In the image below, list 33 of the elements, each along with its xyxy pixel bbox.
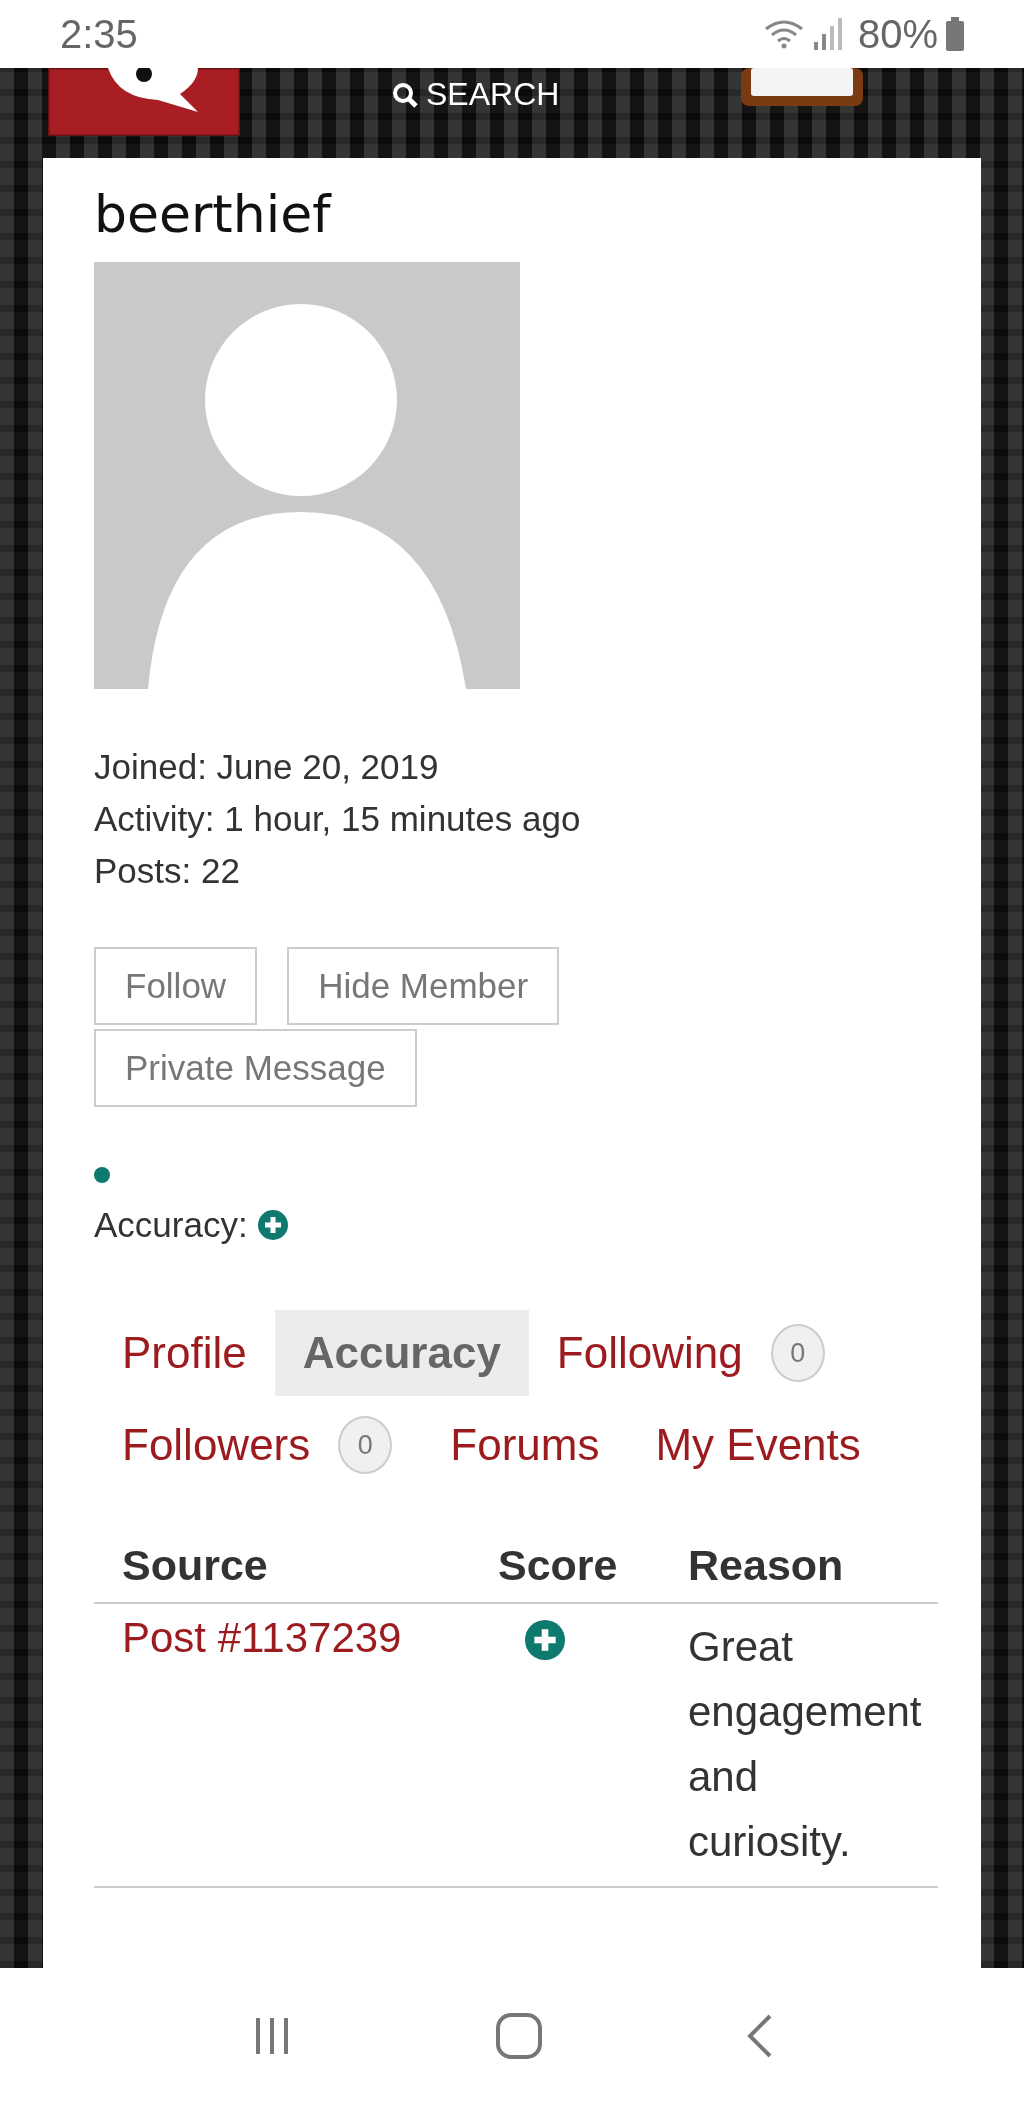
search-link[interactable]: SEARCH: [392, 76, 560, 113]
username: beerthief: [94, 184, 333, 244]
tab[interactable]: Profile: [94, 1310, 275, 1396]
table-cell-text: Great engagement and curiosity.: [688, 1622, 923, 1867]
wifi-icon: [763, 19, 804, 49]
profile-stat: Activity: 1 hour, 15 minutes ago: [94, 798, 582, 840]
column-header: Source: [121, 1541, 269, 1591]
column-header: Score: [497, 1541, 619, 1591]
source-link[interactable]: Post #1137239: [122, 1614, 402, 1661]
tab[interactable]: Followers: [94, 1402, 339, 1488]
accuracy-label: Accuracy:: [94, 1205, 248, 1245]
profile-stat: Posts: 22: [94, 850, 241, 892]
battery-icon: [946, 17, 964, 51]
logo[interactable]: [48, 68, 240, 136]
status-dot: [94, 1167, 110, 1183]
count-badge: 0: [770, 1324, 825, 1382]
profile-button[interactable]: Hide Member: [287, 947, 560, 1025]
column-header: Reason: [687, 1541, 845, 1591]
tab[interactable]: Accuracy: [274, 1310, 529, 1396]
battery-level: 80%: [857, 11, 938, 57]
signal-icon: [811, 18, 844, 50]
profile-button[interactable]: Private Message: [94, 1029, 417, 1107]
profile-button[interactable]: Follow: [94, 947, 258, 1025]
home-icon[interactable]: [495, 2012, 543, 2060]
plus-icon: [257, 1210, 288, 1240]
tab[interactable]: Following: [528, 1310, 771, 1396]
status-time: 2:35: [60, 11, 138, 57]
search-icon: [392, 81, 418, 108]
tab[interactable]: Forums: [422, 1402, 628, 1488]
profile-stat: Joined: June 20, 2019: [94, 746, 440, 788]
count-badge: 0: [338, 1416, 393, 1474]
tab[interactable]: My Events: [627, 1402, 889, 1488]
plus-icon: [525, 1620, 565, 1660]
